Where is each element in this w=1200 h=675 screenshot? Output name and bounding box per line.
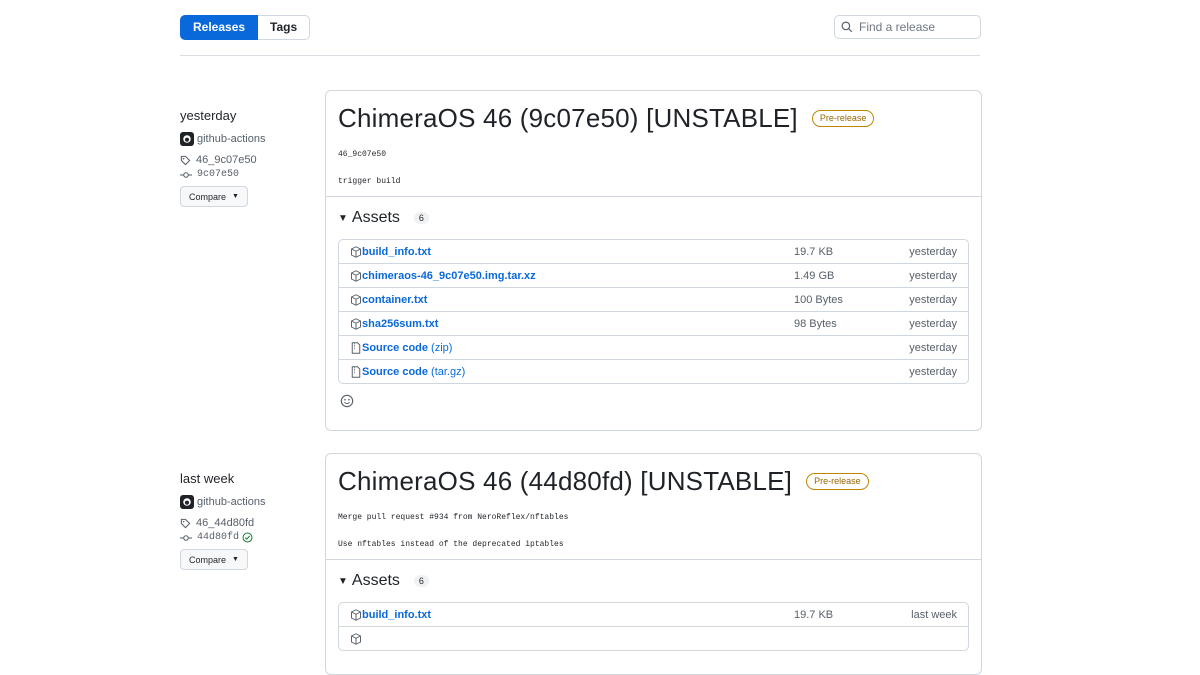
- package-icon: [350, 293, 362, 306]
- assets-count: 6: [413, 212, 429, 224]
- package-icon: [350, 317, 362, 330]
- release-notes-line: Use nftables instead of the deprecated i…: [338, 540, 564, 549]
- asset-row: Source code (tar.gz) yesterday: [339, 359, 968, 383]
- search-icon: [841, 21, 853, 33]
- assets-toggle[interactable]: ▼ Assets 6: [326, 560, 981, 590]
- release-title[interactable]: ChimeraOS 46 (44d80fd) [UNSTABLE]: [338, 466, 792, 497]
- caret-down-icon: ▼: [232, 556, 239, 563]
- asset-size: 19.7 KB: [794, 608, 834, 621]
- asset-row: build_info.txt 19.7 KB yesterday: [339, 240, 968, 263]
- release-notes-line: trigger build: [338, 177, 401, 186]
- source-code-targz-link[interactable]: Source code: [362, 366, 428, 378]
- asset-link[interactable]: build_info.txt: [362, 609, 431, 621]
- release-notes-line: 46_9c07e50: [338, 150, 387, 159]
- tag-icon: [180, 518, 191, 528]
- asset-date: yesterday: [909, 341, 957, 354]
- source-code-zip-link[interactable]: Source code: [362, 342, 428, 354]
- pre-release-badge: Pre-release: [811, 110, 875, 127]
- asset-date: yesterday: [909, 317, 957, 330]
- asset-row: sha256sum.txt 98 Bytes yesterday: [339, 311, 968, 335]
- asset-suffix[interactable]: (zip): [431, 342, 452, 354]
- release-tag[interactable]: 46_9c07e50: [180, 154, 310, 166]
- release-author[interactable]: github-actions: [180, 132, 310, 146]
- pre-release-badge: Pre-release: [806, 473, 869, 490]
- assets-list: build_info.txt 19.7 KB yesterday chimera…: [338, 239, 969, 384]
- author-name[interactable]: github-actions: [197, 496, 266, 508]
- asset-link[interactable]: chimeraos-46_9c07e50.img.tar.xz: [362, 270, 536, 282]
- release-date: yesterday: [180, 108, 237, 123]
- package-icon: [350, 269, 362, 282]
- asset-date: yesterday: [909, 293, 957, 306]
- reaction-picker[interactable]: [326, 384, 981, 425]
- release-search[interactable]: [834, 15, 981, 39]
- asset-size: 19.7 KB: [794, 245, 834, 258]
- compare-label: Compare: [189, 191, 227, 202]
- package-icon: [350, 245, 362, 258]
- release-meta: yesterday github-actions 46_9c07e50 9c07…: [180, 108, 310, 207]
- release-tag[interactable]: 46_44d80fd: [180, 517, 310, 529]
- triangle-down-icon: ▼: [338, 575, 348, 587]
- asset-date: yesterday: [909, 365, 957, 378]
- assets-toggle[interactable]: ▼ Assets 6: [326, 197, 981, 227]
- release-date: last week: [180, 471, 235, 486]
- release-meta: last week github-actions 46_44d80fd 44d8…: [180, 471, 310, 570]
- asset-date: last week: [911, 608, 957, 621]
- triangle-down-icon: ▼: [338, 212, 348, 224]
- asset-size: 1.49 GB: [794, 269, 835, 282]
- asset-link[interactable]: build_info.txt: [362, 246, 431, 258]
- release-commit[interactable]: 44d80fd: [180, 532, 310, 543]
- github-avatar-icon: [180, 132, 194, 146]
- asset-size: 100 Bytes: [794, 293, 843, 306]
- github-avatar-icon: [180, 495, 194, 509]
- git-commit-icon: [180, 534, 192, 541]
- asset-date: yesterday: [909, 269, 957, 282]
- release-title[interactable]: ChimeraOS 46 (9c07e50) [UNSTABLE]: [338, 103, 798, 134]
- compare-label: Compare: [189, 554, 227, 565]
- compare-button[interactable]: Compare ▼: [180, 186, 248, 207]
- caret-down-icon: ▼: [232, 193, 239, 200]
- header-divider: [180, 55, 980, 56]
- assets-label: Assets: [351, 209, 400, 226]
- release-author[interactable]: github-actions: [180, 495, 310, 509]
- asset-link[interactable]: container.txt: [362, 294, 427, 306]
- assets-count: 6: [413, 575, 429, 587]
- verified-check-icon[interactable]: [242, 532, 253, 543]
- asset-row: build_info.txt 19.7 KB last week: [339, 603, 968, 626]
- asset-row: Source code (zip) yesterday: [339, 335, 968, 359]
- author-name[interactable]: github-actions: [197, 133, 266, 145]
- asset-row: chimeraos-46_9c07e50.img.tar.xz 1.49 GB …: [339, 263, 968, 287]
- tag-name[interactable]: 46_9c07e50: [196, 154, 257, 166]
- asset-size: 98 Bytes: [794, 317, 837, 330]
- asset-date: yesterday: [909, 245, 957, 258]
- asset-row: [339, 626, 968, 650]
- commit-sha[interactable]: 44d80fd: [197, 532, 239, 543]
- git-commit-icon: [180, 171, 192, 178]
- tag-icon: [180, 155, 191, 165]
- tab-tags[interactable]: Tags: [258, 15, 311, 40]
- search-input[interactable]: [857, 19, 971, 35]
- release-notes-line: Merge pull request #934 from NeroReflex/…: [338, 513, 569, 522]
- tag-name[interactable]: 46_44d80fd: [196, 517, 254, 529]
- release-header: ChimeraOS 46 (44d80fd) [UNSTABLE] Pre-re…: [326, 454, 981, 560]
- release-card: ChimeraOS 46 (44d80fd) [UNSTABLE] Pre-re…: [325, 453, 982, 675]
- release-header: ChimeraOS 46 (9c07e50) [UNSTABLE] Pre-re…: [326, 91, 981, 197]
- commit-sha[interactable]: 9c07e50: [197, 169, 239, 180]
- package-icon: [350, 608, 362, 621]
- asset-suffix[interactable]: (tar.gz): [431, 366, 465, 378]
- asset-link[interactable]: sha256sum.txt: [362, 318, 438, 330]
- tab-releases[interactable]: Releases: [180, 15, 259, 40]
- release-subnav: Releases Tags: [180, 15, 311, 40]
- assets-label: Assets: [351, 572, 400, 589]
- compare-button[interactable]: Compare ▼: [180, 549, 248, 570]
- file-zip-icon: [350, 341, 362, 354]
- assets-list: build_info.txt 19.7 KB last week: [338, 602, 969, 651]
- file-zip-icon: [350, 365, 362, 378]
- package-icon: [350, 632, 362, 645]
- asset-row: container.txt 100 Bytes yesterday: [339, 287, 968, 311]
- release-commit[interactable]: 9c07e50: [180, 169, 310, 180]
- release-card: ChimeraOS 46 (9c07e50) [UNSTABLE] Pre-re…: [325, 90, 982, 431]
- smiley-icon[interactable]: [340, 394, 354, 408]
